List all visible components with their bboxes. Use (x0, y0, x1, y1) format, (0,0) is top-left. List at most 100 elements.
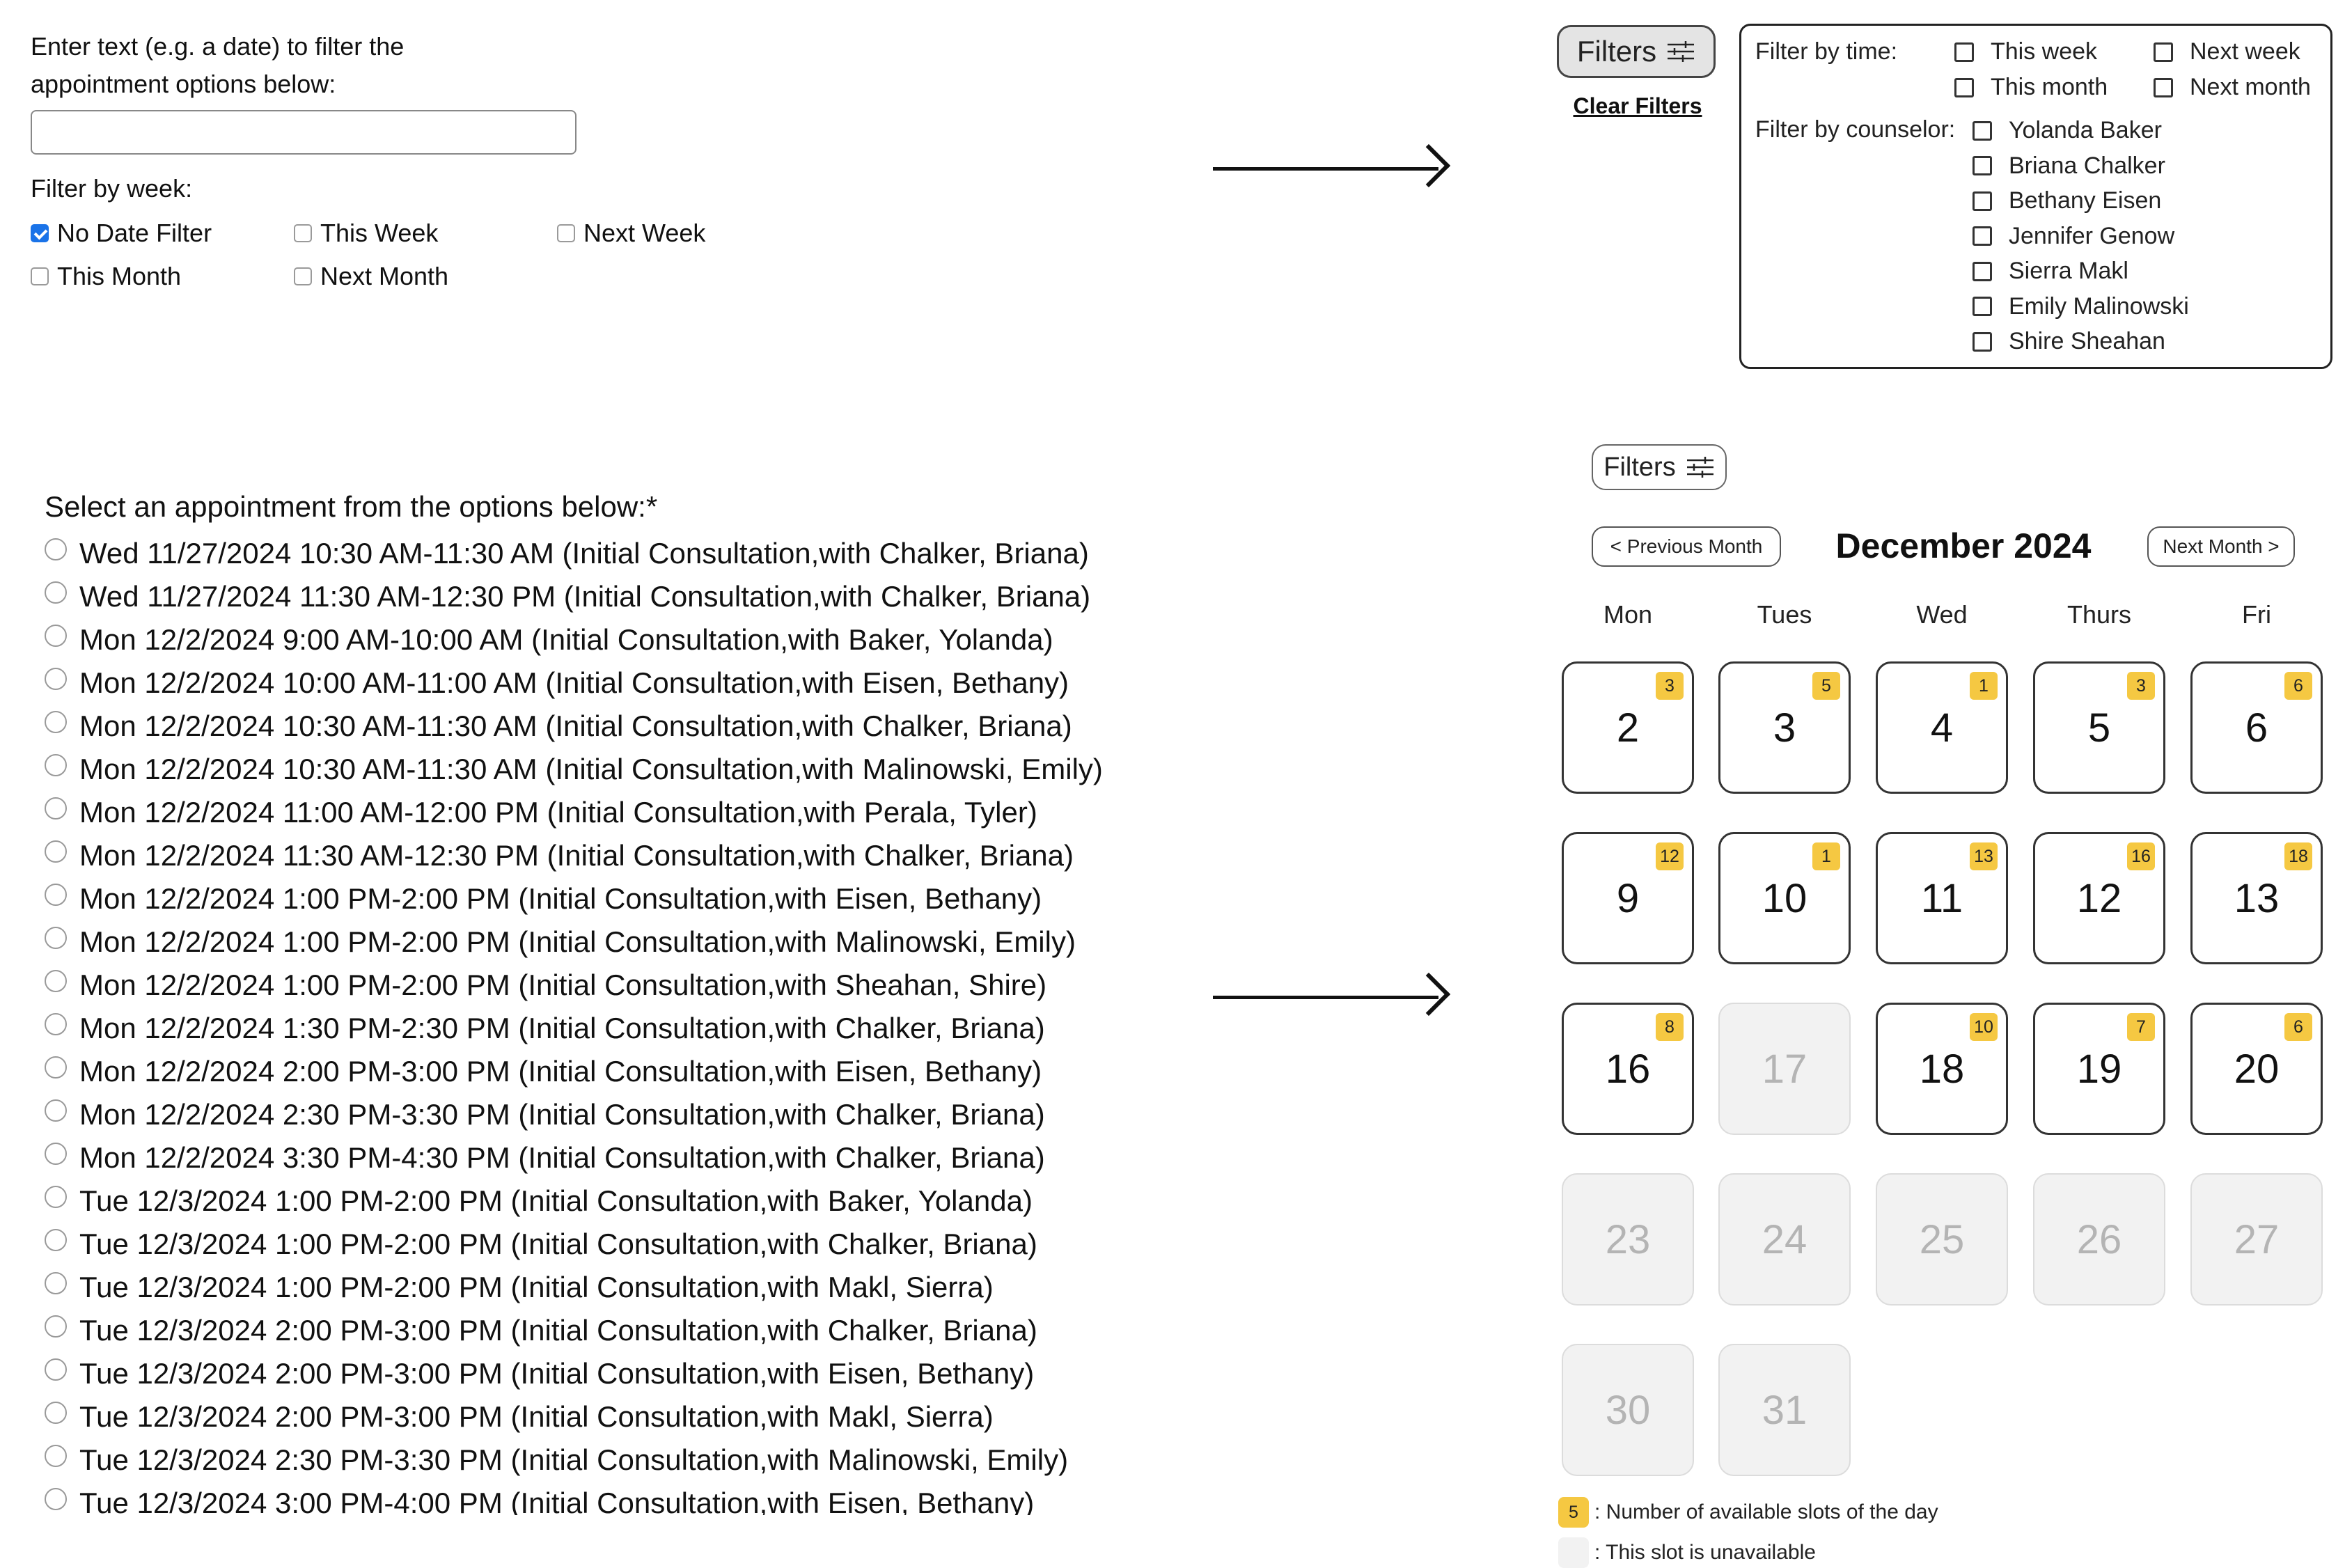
appointment-option[interactable]: Mon 12/2/2024 1:30 PM-2:30 PM (Initial C… (45, 1007, 1186, 1050)
counselor-option[interactable]: Emily Malinowski (1973, 293, 2189, 320)
radio-button[interactable] (45, 927, 67, 949)
week-option[interactable]: Next Month (294, 255, 557, 298)
radio-button[interactable] (45, 538, 67, 560)
appointment-option[interactable]: Mon 12/2/2024 10:30 AM-11:30 AM (Initial… (45, 705, 1186, 748)
week-option[interactable]: This Month (31, 255, 294, 298)
counselor-option[interactable]: Shire Sheahan (1973, 328, 2165, 355)
calendar-day[interactable]: 35 (1718, 661, 1851, 794)
radio-button[interactable] (45, 581, 67, 604)
calendar-day[interactable]: 10 1 (1718, 832, 1851, 964)
radio-button[interactable] (45, 1315, 67, 1338)
radio-button[interactable] (45, 1013, 67, 1035)
calendar-day[interactable]: 20 6 (2190, 1003, 2323, 1135)
week-option[interactable]: Next Week (557, 212, 820, 255)
calendar-day[interactable]: 16 8 (1562, 1003, 1694, 1135)
time-option-this-month[interactable]: This month (1954, 74, 2108, 101)
radio-button[interactable] (45, 1143, 67, 1165)
appointment-option[interactable]: Mon 12/2/2024 2:30 PM-3:30 PM (Initial C… (45, 1093, 1186, 1136)
radio-button[interactable] (45, 1272, 67, 1294)
checkbox[interactable] (2154, 42, 2173, 62)
calendar-day[interactable]: 53 (2033, 661, 2165, 794)
week-option[interactable]: No Date Filter (31, 212, 294, 255)
checkbox[interactable] (1954, 77, 1974, 97)
week-option[interactable]: This Week (294, 212, 557, 255)
counselor-option[interactable]: Yolanda Baker (1973, 117, 2162, 144)
time-option-next-week[interactable]: Next week (2154, 38, 2300, 65)
radio-button[interactable] (45, 1186, 67, 1208)
radio-button[interactable] (45, 1402, 67, 1424)
counselor-option[interactable]: Bethany Eisen (1973, 187, 2161, 214)
checkbox[interactable] (1973, 191, 1992, 211)
appointment-option[interactable]: Mon 12/2/2024 11:00 AM-12:00 PM (Initial… (45, 791, 1186, 834)
checkbox[interactable] (1973, 156, 1992, 175)
checkbox[interactable] (1973, 297, 1992, 316)
counselor-option[interactable]: Sierra Makl (1973, 258, 2128, 285)
calendar-day[interactable]: 11 13 (1876, 832, 2008, 964)
filter-text-input[interactable] (31, 110, 577, 155)
checkbox[interactable] (294, 267, 312, 285)
checkbox[interactable] (557, 224, 575, 242)
counselor-option[interactable]: Briana Chalker (1973, 152, 2165, 180)
checkbox[interactable] (1954, 42, 1974, 62)
radio-button[interactable] (45, 1229, 67, 1251)
appointment-option[interactable]: Mon 12/2/2024 2:00 PM-3:00 PM (Initial C… (45, 1050, 1186, 1093)
checkbox[interactable] (2154, 77, 2173, 97)
radio-button[interactable] (45, 840, 67, 863)
checkbox[interactable] (294, 224, 312, 242)
appointment-option[interactable]: Tue 12/3/2024 2:30 PM-3:30 PM (Initial C… (45, 1438, 1186, 1482)
time-option-next-month[interactable]: Next month (2154, 74, 2311, 101)
radio-button[interactable] (45, 797, 67, 820)
radio-button[interactable] (45, 754, 67, 776)
appointment-option[interactable]: Mon 12/2/2024 9:00 AM-10:00 AM (Initial … (45, 618, 1186, 661)
radio-button[interactable] (45, 1488, 67, 1510)
calendar-day[interactable]: 13 18 (2190, 832, 2323, 964)
appointment-option[interactable]: Mon 12/2/2024 1:00 PM-2:00 PM (Initial C… (45, 964, 1186, 1007)
appointment-option[interactable]: Mon 12/2/2024 11:30 AM-12:30 PM (Initial… (45, 834, 1186, 877)
checkbox[interactable] (1973, 120, 1992, 141)
appointment-option[interactable]: Mon 12/2/2024 10:30 AM-11:30 AM (Initial… (45, 748, 1186, 791)
calendar-day[interactable]: 18 10 (1876, 1003, 2008, 1135)
next-month-button[interactable]: Next Month > (2147, 526, 2295, 567)
calendar-day[interactable]: 41 (1876, 661, 2008, 794)
radio-button[interactable] (45, 1445, 67, 1467)
radio-button[interactable] (45, 970, 67, 992)
appointment-option[interactable]: Wed 11/27/2024 11:30 AM-12:30 PM (Initia… (45, 575, 1186, 618)
appointment-option[interactable]: Mon 12/2/2024 1:00 PM-2:00 PM (Initial C… (45, 920, 1186, 964)
radio-button[interactable] (45, 1099, 67, 1122)
calendar-day[interactable]: 12 16 (2033, 832, 2165, 964)
appointment-option[interactable]: Tue 12/3/2024 1:00 PM-2:00 PM (Initial C… (45, 1266, 1186, 1309)
day-number: 4 (1930, 705, 1954, 751)
radio-button[interactable] (45, 711, 67, 733)
appointment-option[interactable]: Tue 12/3/2024 1:00 PM-2:00 PM (Initial C… (45, 1179, 1186, 1223)
calendar-day[interactable]: 9 12 (1562, 832, 1694, 964)
calendar-day[interactable]: 19 7 (2033, 1003, 2165, 1135)
previous-month-button[interactable]: < Previous Month (1592, 526, 1781, 567)
checkbox[interactable] (1973, 261, 1992, 281)
appointment-option[interactable]: Mon 12/2/2024 1:00 PM-2:00 PM (Initial C… (45, 877, 1186, 920)
radio-button[interactable] (45, 668, 67, 690)
appointment-option[interactable]: Mon 12/2/2024 3:30 PM-4:30 PM (Initial C… (45, 1136, 1186, 1179)
checkbox[interactable] (1973, 226, 1992, 246)
radio-button[interactable] (45, 884, 67, 906)
appointment-option[interactable]: Wed 11/27/2024 10:30 AM-11:30 AM (Initia… (45, 532, 1186, 575)
appointment-option[interactable]: Tue 12/3/2024 3:00 PM-4:00 PM (Initial C… (45, 1482, 1186, 1515)
checkbox[interactable] (31, 224, 49, 242)
counselor-option[interactable]: Jennifer Genow (1973, 223, 2174, 250)
radio-button[interactable] (45, 625, 67, 647)
checkbox[interactable] (1973, 331, 1992, 352)
time-option-this-week[interactable]: This week (1954, 38, 2097, 65)
appointment-option[interactable]: Tue 12/3/2024 2:00 PM-3:00 PM (Initial C… (45, 1395, 1186, 1438)
calendar-day-unavailable: 30 (1562, 1344, 1694, 1476)
clear-filters-link[interactable]: Clear Filters (1568, 93, 1707, 119)
appointment-option[interactable]: Mon 12/2/2024 10:00 AM-11:00 AM (Initial… (45, 661, 1186, 705)
radio-button[interactable] (45, 1358, 67, 1381)
calendar-filters-button[interactable]: Filters (1592, 444, 1727, 490)
appointment-option[interactable]: Tue 12/3/2024 2:00 PM-3:00 PM (Initial C… (45, 1352, 1186, 1395)
filters-toggle-button[interactable]: Filters (1557, 25, 1716, 78)
calendar-day[interactable]: 66 (2190, 661, 2323, 794)
appointment-option[interactable]: Tue 12/3/2024 2:00 PM-3:00 PM (Initial C… (45, 1309, 1186, 1352)
appointment-option[interactable]: Tue 12/3/2024 1:00 PM-2:00 PM (Initial C… (45, 1223, 1186, 1266)
calendar-day[interactable]: 23 (1562, 661, 1694, 794)
radio-button[interactable] (45, 1056, 67, 1079)
checkbox[interactable] (31, 267, 49, 285)
